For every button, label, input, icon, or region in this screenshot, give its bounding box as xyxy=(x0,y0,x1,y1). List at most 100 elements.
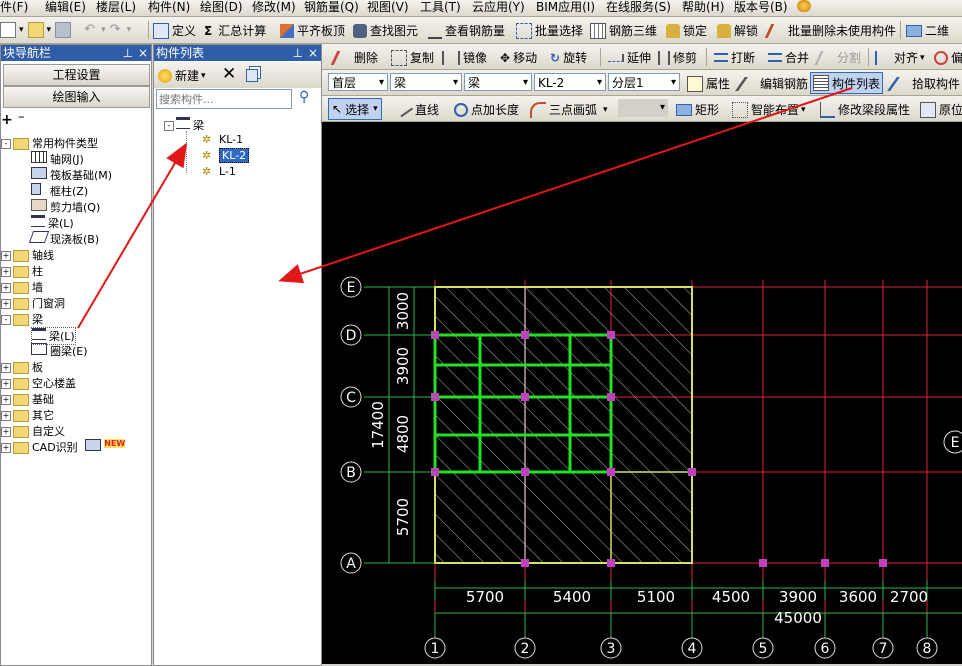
tree-node-hollow-floor[interactable]: + 空心楼盖 xyxy=(1,375,76,391)
tree-node-openings[interactable]: + 门窗洞 xyxy=(1,295,65,311)
tree-node-axis[interactable]: + 轴线 xyxy=(1,247,54,263)
align-button[interactable]: 对齐 ▾ xyxy=(875,49,925,66)
floor-select[interactable]: 首层 xyxy=(328,73,388,92)
delete-button[interactable]: 删除 xyxy=(330,49,378,66)
search-icon[interactable]: ⚲ xyxy=(299,89,309,105)
member-item-kl2[interactable]: ✲ KL-2 xyxy=(202,148,250,164)
tree-item-cast-slab[interactable]: 现浇板(B) xyxy=(28,231,99,247)
flush-slab-button[interactable]: 平齐板顶 xyxy=(280,22,345,39)
tree-node-custom[interactable]: + 自定义 xyxy=(1,423,65,439)
new-member-button[interactable]: 新建 ▾ xyxy=(158,67,206,84)
menu-file[interactable]: 件(F) xyxy=(0,0,28,15)
tree-item-frame-column[interactable]: 框柱(Z) xyxy=(31,183,88,199)
copy-button[interactable]: 复制 xyxy=(391,49,434,66)
rectangle-button[interactable]: 矩形 xyxy=(676,101,719,118)
expand-icon[interactable]: + xyxy=(1,443,11,453)
summary-button[interactable]: Σ 汇总计算 xyxy=(204,22,266,39)
drawing-canvas[interactable] xyxy=(322,122,962,664)
close-icon[interactable]: × xyxy=(308,45,318,61)
undo-icon[interactable]: ↶ xyxy=(84,23,98,37)
member-tree-root[interactable]: -梁 xyxy=(164,117,204,133)
tree-item-shear-wall[interactable]: 剪力墙(Q) xyxy=(31,199,100,215)
tree-item-axis-grid[interactable]: 轴网(J) xyxy=(31,151,84,167)
expand-icon[interactable]: + xyxy=(1,379,11,389)
draw-input-button[interactable]: 绘图输入 xyxy=(3,86,150,108)
mirror-button[interactable]: 镜像 xyxy=(442,49,487,66)
line-button[interactable]: 直线 xyxy=(396,101,439,118)
pin-icon[interactable]: ⊥ xyxy=(123,45,133,61)
save-icon[interactable] xyxy=(55,22,72,38)
edit-rebar-button[interactable]: 编辑钢筋 xyxy=(735,75,808,92)
offset-button[interactable]: 偏 xyxy=(934,49,962,66)
menu-floor[interactable]: 楼层(L) xyxy=(96,0,136,15)
unlock-button[interactable]: 解锁 xyxy=(717,22,758,39)
tree-node-slab[interactable]: + 板 xyxy=(1,359,43,375)
expand-all-icon[interactable]: + xyxy=(1,112,13,128)
collapse-icon[interactable]: - xyxy=(1,315,11,325)
project-settings-button[interactable]: 工程设置 xyxy=(3,64,150,86)
tree-item-raft-foundation[interactable]: 筏板基础(M) xyxy=(31,167,112,183)
menu-tools[interactable]: 工具(T) xyxy=(420,0,461,15)
collapse-icon[interactable]: - xyxy=(1,139,11,149)
merge-button[interactable]: 合并 xyxy=(768,49,809,66)
menu-rebar-qty[interactable]: 钢筋量(Q) xyxy=(304,0,359,15)
rebar-3d-button[interactable]: 钢筋三维 xyxy=(590,22,657,39)
batch-delete-button[interactable]: 批量删除未使用构件 xyxy=(764,22,896,39)
delete-member-icon[interactable]: ✕ xyxy=(222,64,236,84)
menu-cloud[interactable]: 云应用(Y) xyxy=(472,0,525,15)
layer-select[interactable]: 分层1 xyxy=(608,73,680,92)
menu-modify[interactable]: 修改(M) xyxy=(252,0,296,15)
view-rebar-button[interactable]: 查看钢筋量 xyxy=(428,22,505,39)
modify-segment-button[interactable]: 修改梁段属性 xyxy=(820,101,910,118)
expand-icon[interactable]: + xyxy=(1,267,11,277)
member-item-l1[interactable]: ✲ L-1 xyxy=(202,165,236,180)
menu-draw[interactable]: 绘图(D) xyxy=(200,0,243,15)
tree-item-ring-beam[interactable]: 圈梁(E) xyxy=(31,343,88,359)
collapse-icon[interactable]: - xyxy=(164,121,174,131)
trim-button[interactable]: 修剪 xyxy=(658,49,697,66)
tree-node-column[interactable]: + 柱 xyxy=(1,263,43,279)
file-icon[interactable] xyxy=(0,22,16,38)
tree-node-cad[interactable]: + CAD识别 NEW xyxy=(1,439,126,455)
properties-button[interactable]: 属性 xyxy=(687,75,730,92)
expand-icon[interactable]: + xyxy=(1,299,11,309)
find-element-button[interactable]: 查找图元 xyxy=(353,22,418,39)
break-button[interactable]: 打断 xyxy=(714,49,755,66)
expand-icon[interactable]: + xyxy=(1,411,11,421)
expand-icon[interactable]: + xyxy=(1,395,11,405)
pick-member-button[interactable]: 拾取构件 xyxy=(887,75,960,92)
expand-icon[interactable]: + xyxy=(1,363,11,373)
tree-node-other[interactable]: + 其它 xyxy=(1,407,54,423)
view-mode-select[interactable]: 二维 xyxy=(906,22,949,39)
category-select[interactable]: 梁 xyxy=(390,73,462,92)
tree-node-beam[interactable]: -梁 xyxy=(1,311,43,327)
expand-icon[interactable]: + xyxy=(1,283,11,293)
expand-icon[interactable]: + xyxy=(1,251,11,261)
rotate-button[interactable]: ↻ 旋转 xyxy=(550,49,587,66)
extend-button[interactable]: 延伸 xyxy=(608,49,651,66)
member-item-kl1[interactable]: ✲ KL-1 xyxy=(202,133,243,148)
menu-help[interactable]: 帮助(H) xyxy=(682,0,724,15)
menu-edit[interactable]: 编辑(E) xyxy=(45,0,86,15)
menu-bim[interactable]: BIM应用(I) xyxy=(536,0,595,15)
open-folder-icon[interactable] xyxy=(27,22,44,38)
batch-select-button[interactable]: 批量选择 xyxy=(516,22,583,39)
smart-layout-button[interactable]: 智能布置 ▾ xyxy=(732,101,806,118)
arc-mode-select[interactable] xyxy=(618,99,668,117)
define-button[interactable]: 定义 xyxy=(153,22,196,39)
menu-view[interactable]: 视图(V) xyxy=(367,0,409,15)
tree-node-wall[interactable]: + 墙 xyxy=(1,279,43,295)
original-position-button[interactable]: 原位 xyxy=(920,101,962,118)
menu-online[interactable]: 在线服务(S) xyxy=(606,0,671,15)
tree-node-foundation[interactable]: + 基础 xyxy=(1,391,54,407)
lock-button[interactable]: 锁定 xyxy=(666,22,707,39)
select-button[interactable]: ↖ 选择 ▾ xyxy=(328,98,382,120)
pin-icon[interactable]: ⊥ xyxy=(293,45,303,61)
menu-member[interactable]: 构件(N) xyxy=(148,0,190,15)
member-list-button[interactable]: 构件列表 xyxy=(810,72,884,94)
move-button[interactable]: ✥ 移动 xyxy=(500,49,537,66)
member-search-input[interactable] xyxy=(156,89,292,109)
split-button[interactable]: 分割 xyxy=(814,49,861,66)
point-length-button[interactable]: 点加长度 xyxy=(454,101,519,118)
tree-node-common[interactable]: - 常用构件类型 xyxy=(1,135,98,151)
